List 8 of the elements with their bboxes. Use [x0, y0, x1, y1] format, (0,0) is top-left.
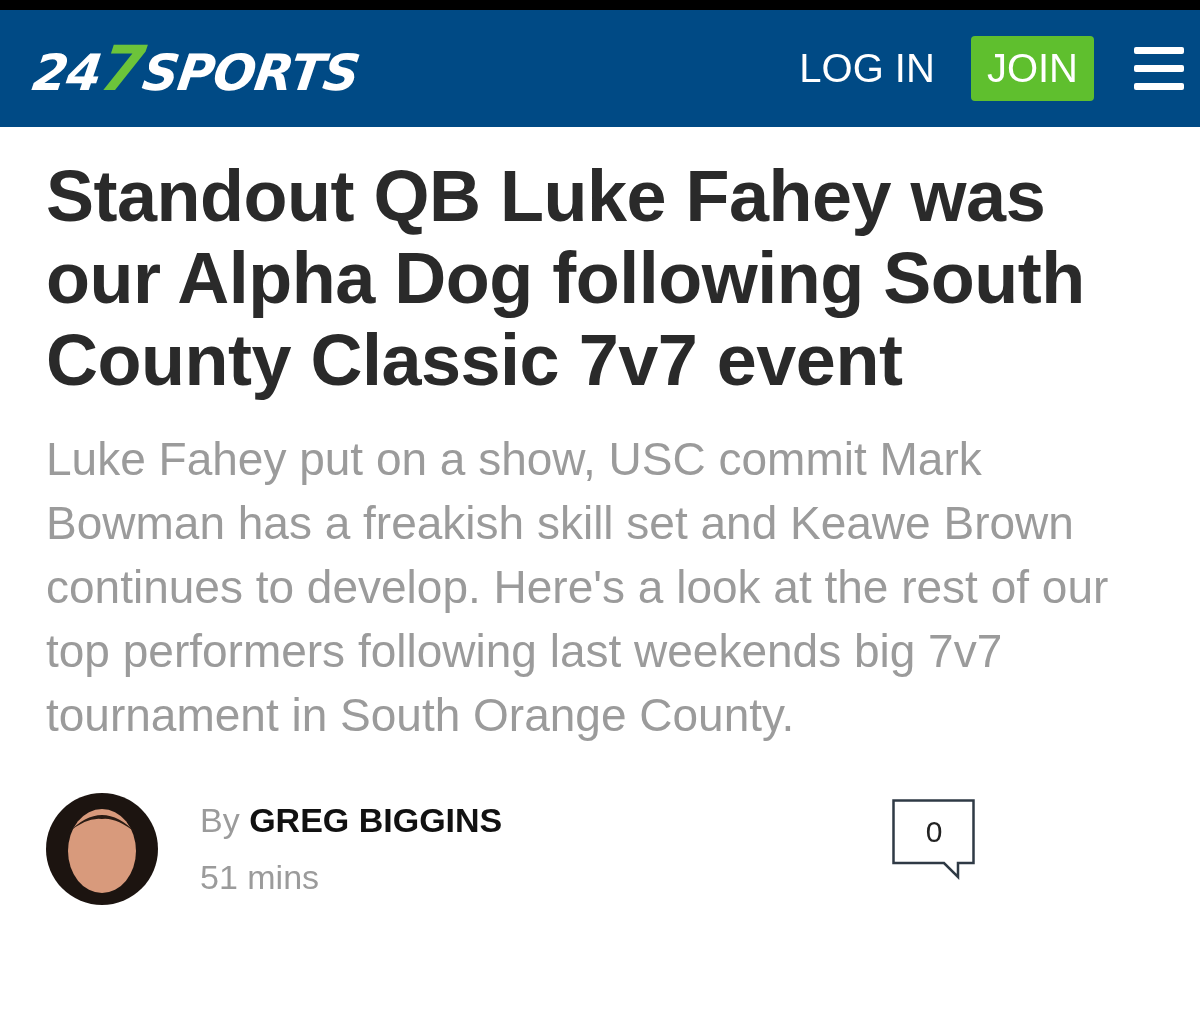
- login-link[interactable]: LOG IN: [799, 46, 935, 91]
- article-summary: Luke Fahey put on a show, USC commit Mark Bowman has a freakish skill set and Keawe Brown continues to develop. Here's a look at the rest of our top performers following last weekends big 7v7 tournament in South Orange County.: [46, 432, 1110, 743]
- site-logo[interactable]: 247SPORTS: [28, 32, 365, 105]
- byline: By GREG BIGGINS: [200, 801, 504, 840]
- menu-icon[interactable]: [1134, 46, 1184, 91]
- article-title: Standout QB Luke Fahey was our Alpha Dog following South County Classic 7v7 event: [46, 155, 1086, 401]
- comment-count[interactable]: 0: [892, 799, 976, 881]
- post-time: 51 mins: [200, 858, 321, 897]
